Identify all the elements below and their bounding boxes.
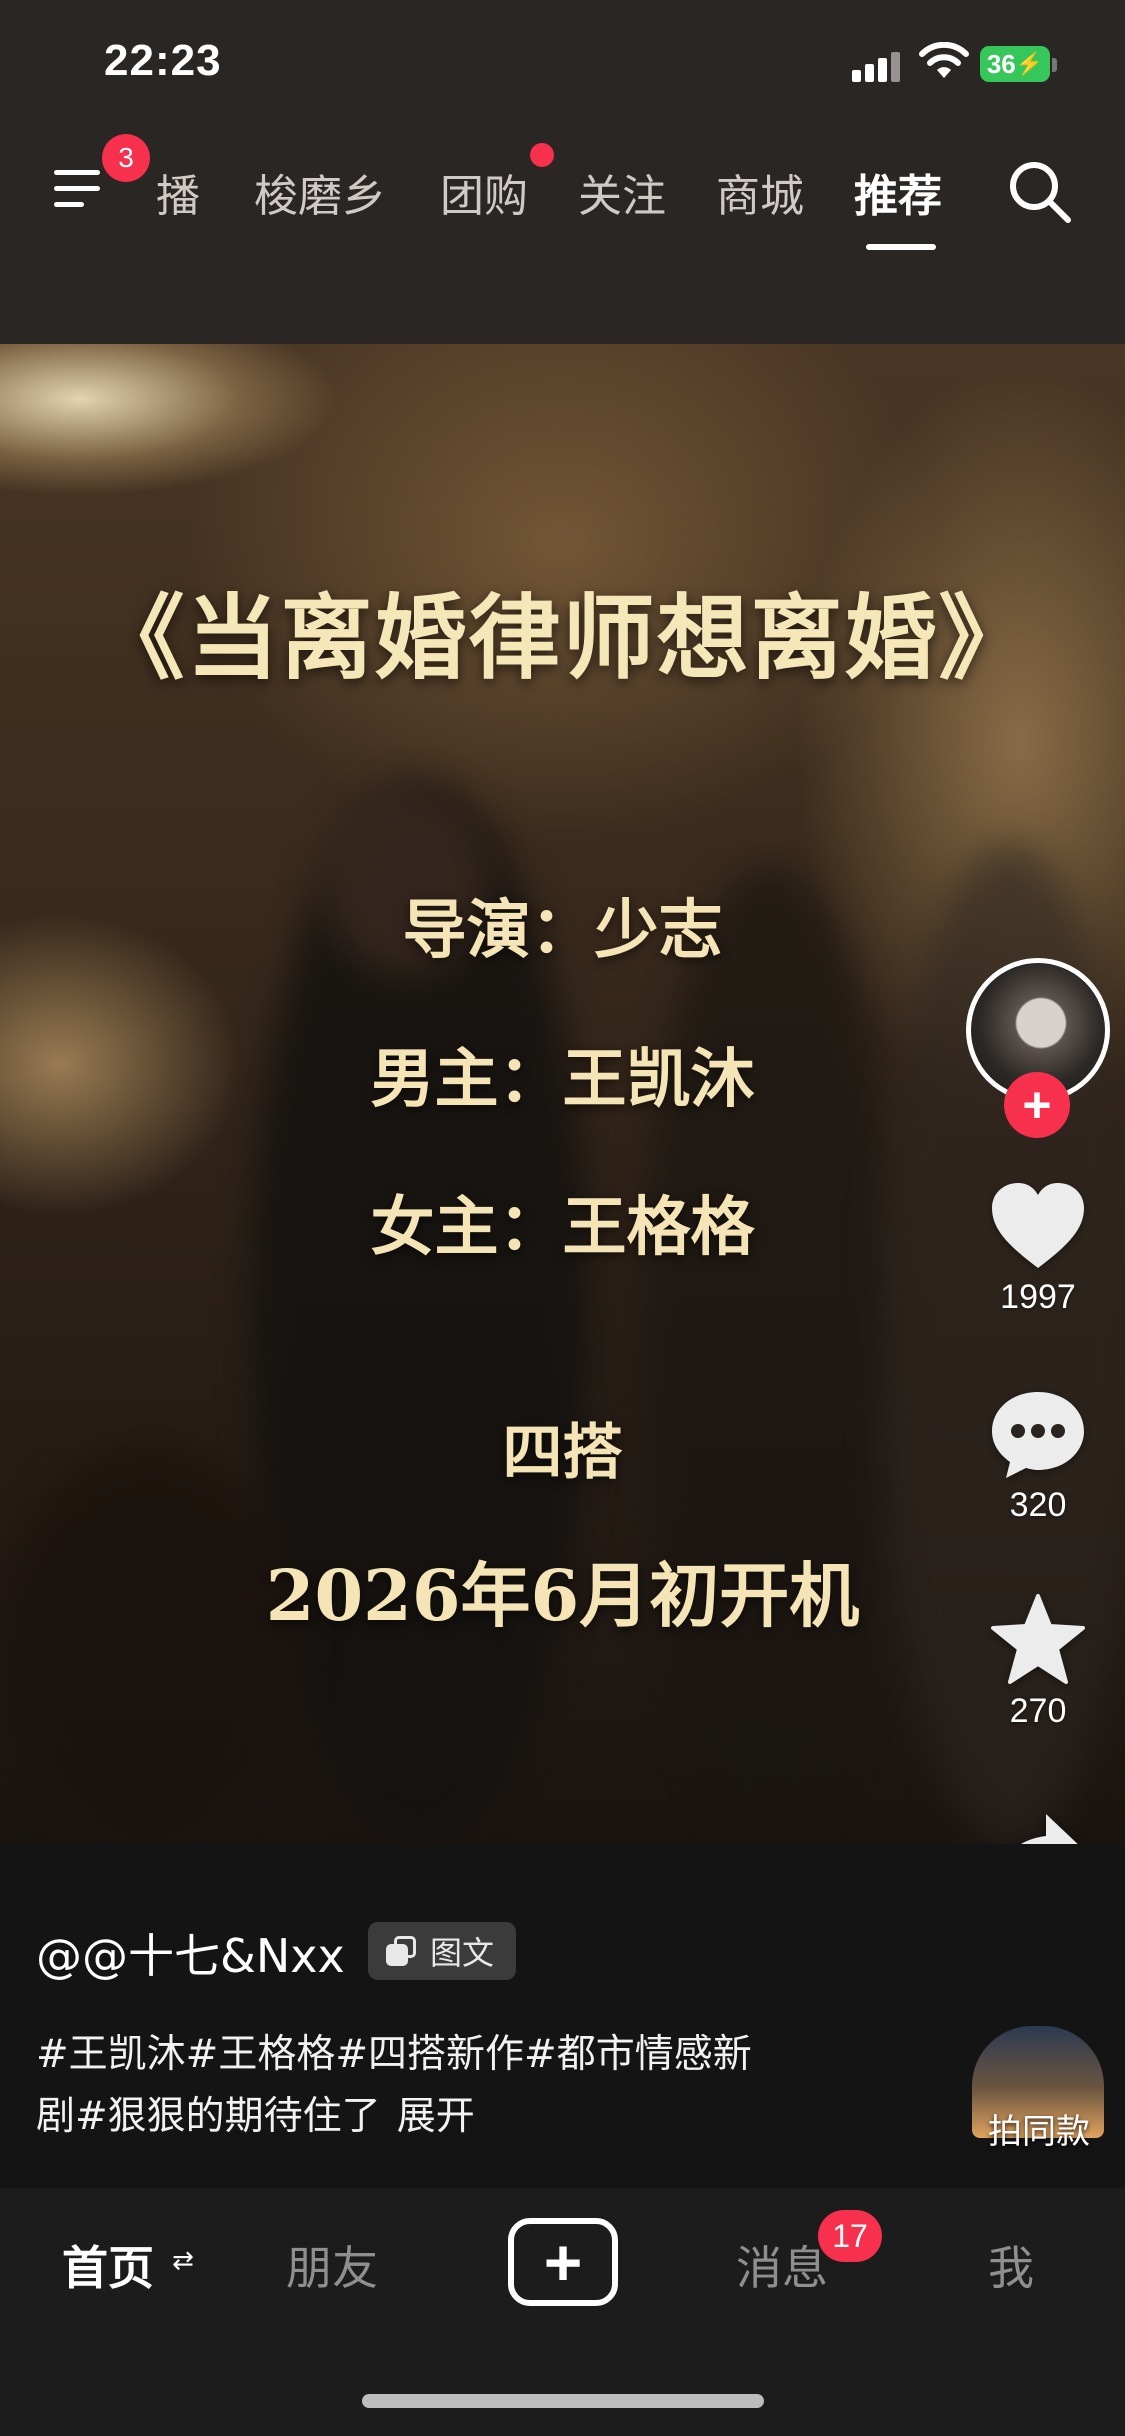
post-caption: #王凯沐#王格格#四搭新作#都市情感新 剧#狠狠的期待住了 展开 [36,2024,896,2148]
tab-home[interactable]: 首页 [62,2232,154,2298]
tab-group-buy-dot [530,143,554,167]
cellular-signal-icon [852,48,902,82]
top-nav [0,120,1125,344]
tab-messages[interactable]: 消息 [736,2232,828,2298]
tab-live[interactable]: 播 [156,160,200,224]
post-type-label: 图文 [430,1934,495,1972]
tab-group-buy[interactable]: 团购 [440,160,528,224]
tab-active-indicator [866,244,936,250]
caption-line-1: #王凯沐#王格格#四搭新作#都市情感新 [36,2032,752,2077]
poster-start-date: 2026年6月初开机 [265,1554,860,1637]
tab-location[interactable]: 梭磨乡 [254,160,386,224]
messages-badge: 17 [818,2210,882,2262]
favorite-button[interactable]: 270 [978,1594,1098,1731]
author-name[interactable]: @@十七&Nxx [36,1920,345,1986]
comment-button[interactable]: 320 [978,1388,1098,1525]
tab-friends[interactable]: 朋友 [286,2232,378,2298]
poster-director: 导演：少志 [402,893,723,968]
scene-shadow [0,1444,300,1844]
tab-mall[interactable]: 商城 [716,160,804,224]
poster-pairing: 四搭 [502,1418,623,1488]
create-button[interactable]: + [508,2218,618,2306]
comment-icon [992,1392,1084,1478]
tab-following[interactable]: 关注 [578,160,666,224]
same-style-label[interactable]: 拍同款 [966,2104,1112,2153]
caption-line-2: 剧#狠狠的期待住了 [36,2094,381,2139]
follow-button[interactable]: + [1004,1072,1070,1138]
wifi-icon [919,42,969,78]
star-icon [991,1594,1085,1684]
battery-cap [1052,58,1057,72]
menu-icon [54,170,100,175]
post-type-chip: 图文 [368,1922,517,1980]
tab-me[interactable]: 我 [988,2232,1034,2298]
favorite-count: 270 [1009,1692,1067,1730]
image-post-icon [386,1936,416,1966]
home-indicator [362,2394,764,2408]
menu-badge: 3 [102,134,150,182]
swap-icon[interactable]: ⇄ [172,2246,194,2276]
scene-figure-middle [640,864,900,1844]
tab-recommend[interactable]: 推荐 [854,160,942,224]
battery-icon: 36 ⚡ [980,46,1050,82]
like-button[interactable]: 1997 [978,1180,1098,1317]
heart-icon [992,1183,1084,1268]
menu-button[interactable] [50,158,110,218]
post-image[interactable]: 《当离婚律师想离婚》 导演：少志 男主：王凯沐 女主：王格格 四搭 2026年6… [0,344,1125,1844]
poster-male-lead: 男主：王凯沐 [370,1042,755,1117]
battery-level: 36 [986,48,1016,79]
poster-female-lead: 女主：王格格 [370,1190,755,1265]
search-icon[interactable] [1004,156,1076,228]
expand-caption-button[interactable]: 展开 [397,2094,475,2139]
like-count: 1997 [1000,1278,1076,1316]
status-time: 22:23 [104,36,222,85]
comment-count: 320 [1009,1486,1067,1524]
poster-title: 《当离婚律师想离婚》 [92,584,1033,692]
